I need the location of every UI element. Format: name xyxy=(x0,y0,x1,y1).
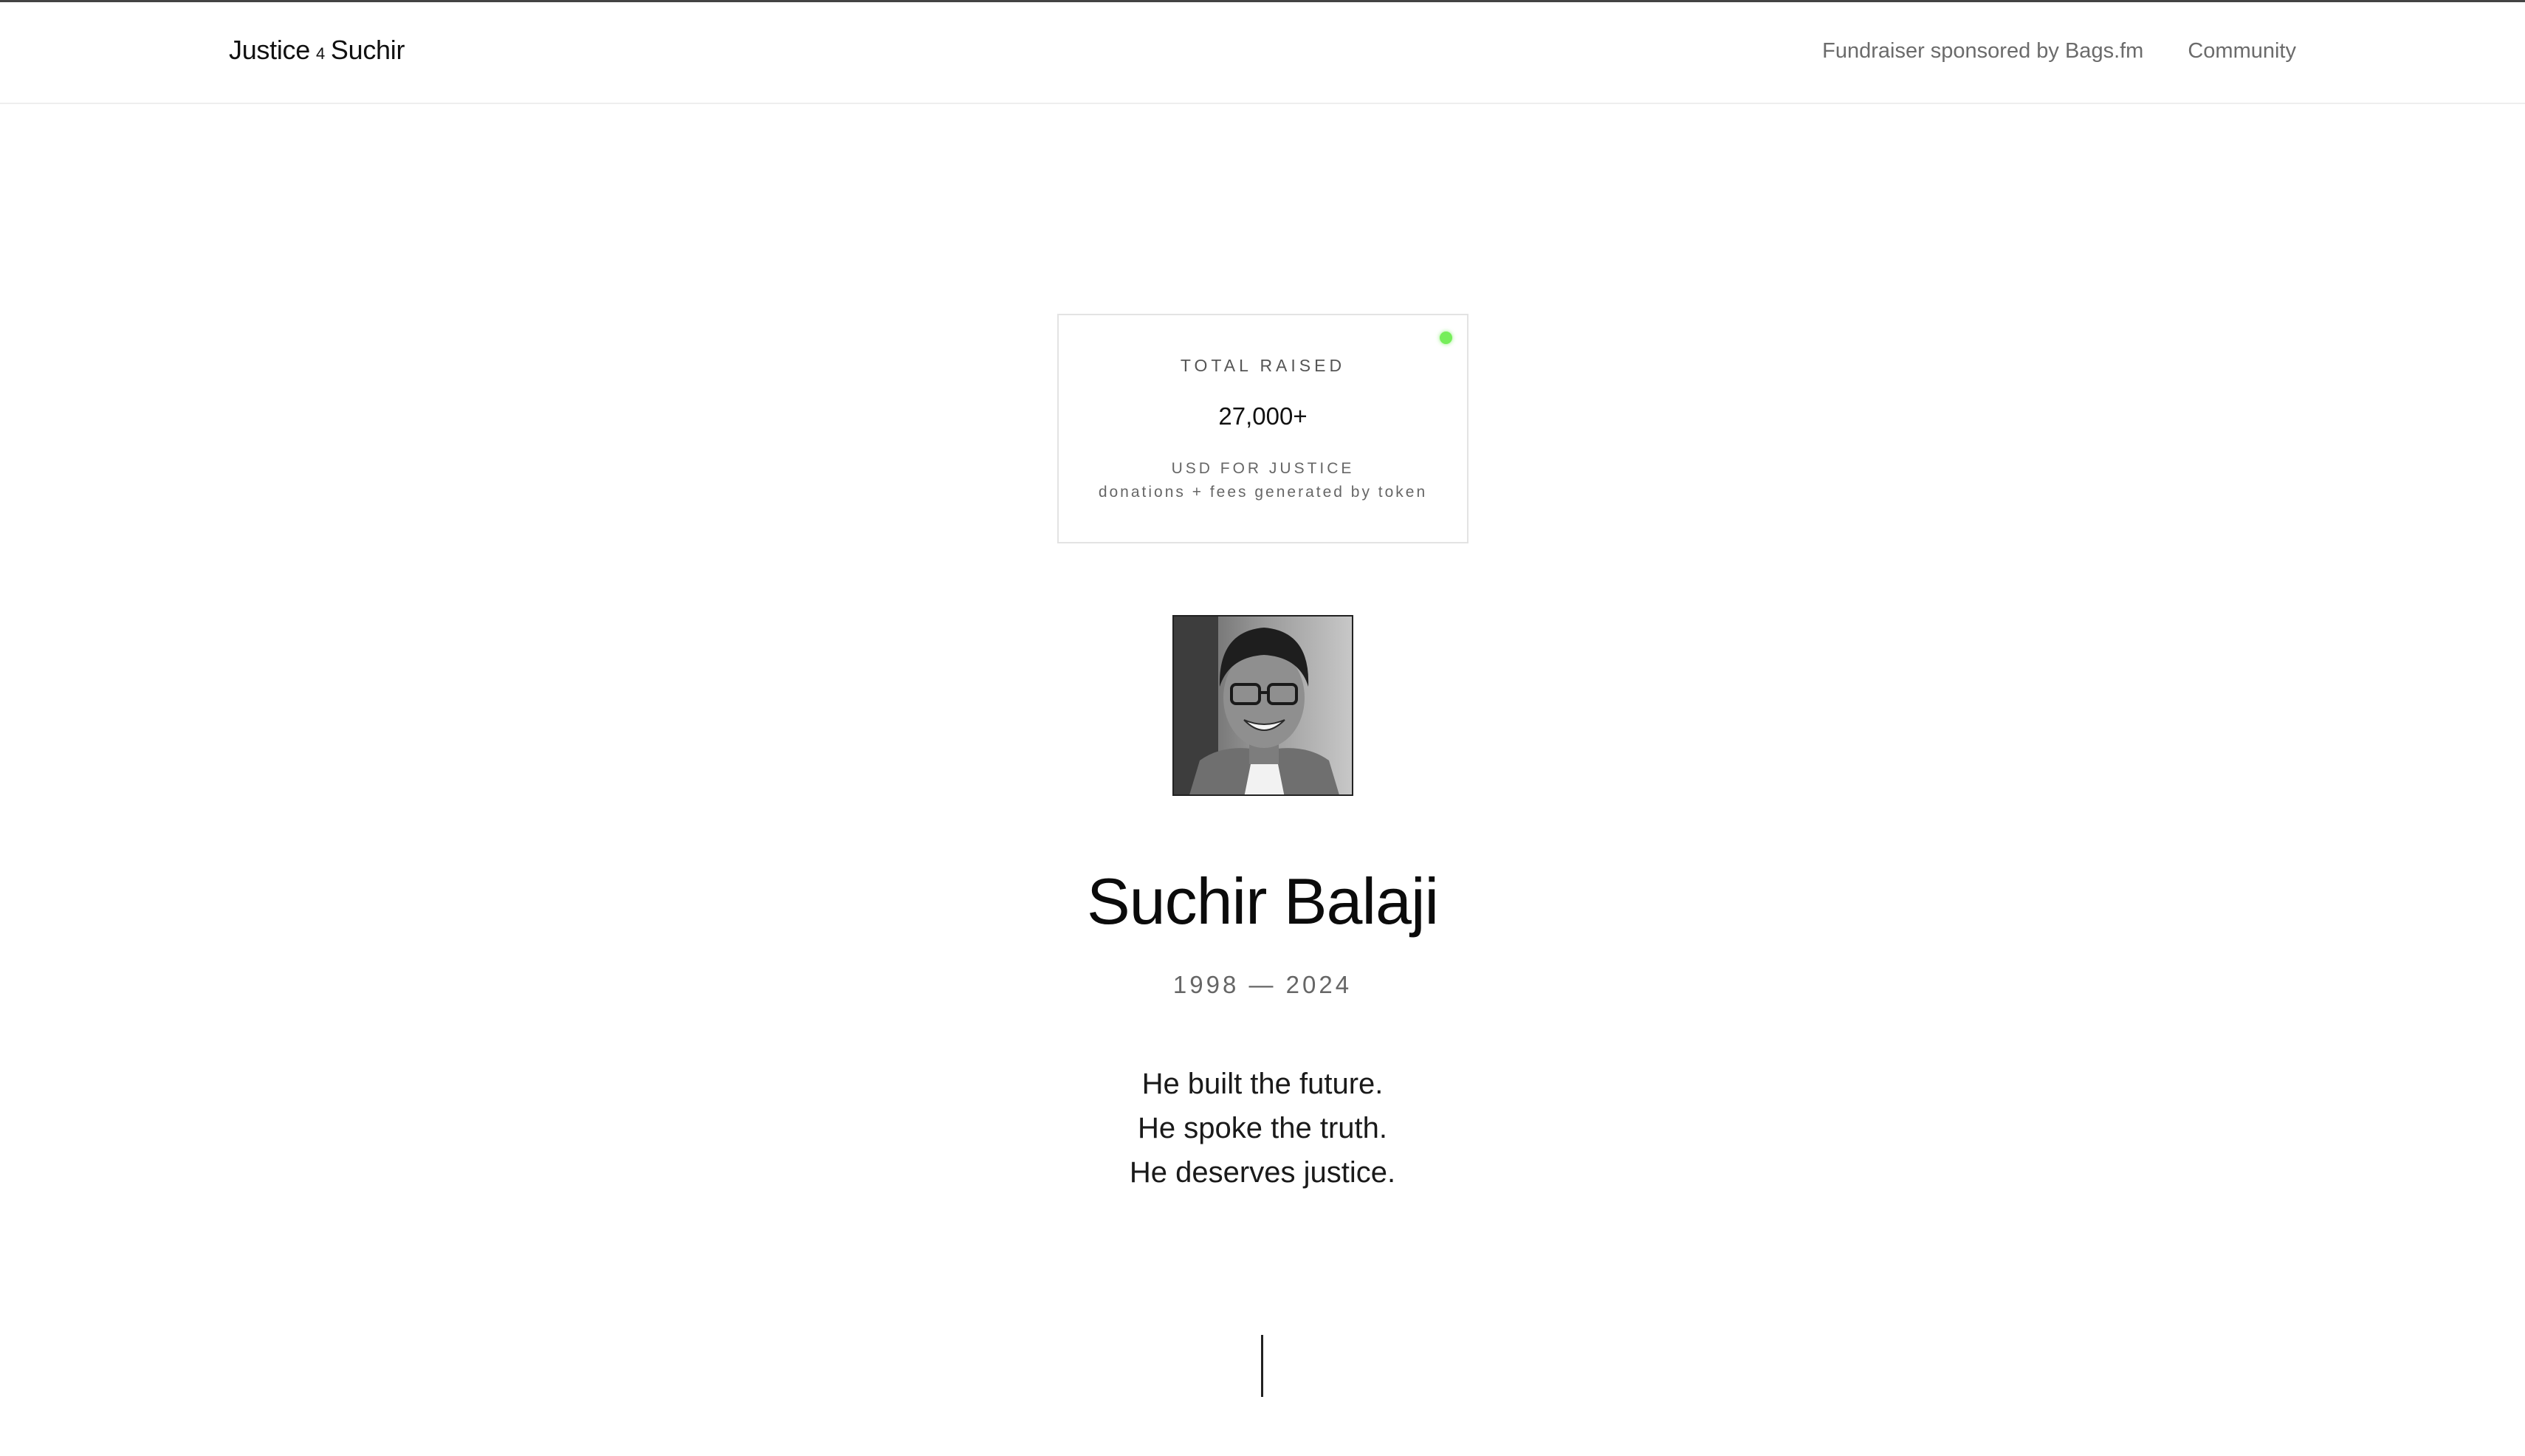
memorial-name: Suchir Balaji xyxy=(1086,865,1439,938)
nav-link-sponsor[interactable]: Fundraiser sponsored by Bags.fm xyxy=(1822,39,2143,63)
live-status-dot-icon xyxy=(1440,332,1452,344)
memorial-statement: He built the future. He spoke the truth.… xyxy=(0,1062,2525,1195)
brand-number: 4 xyxy=(315,44,325,63)
site-header: Justice 4 Suchir Fundraiser sponsored by B… xyxy=(0,2,2525,104)
total-raised-amount: 27,000+ xyxy=(1218,402,1308,430)
brand-word-justice: Justice xyxy=(229,35,310,65)
statement-line: He built the future. xyxy=(1141,1068,1384,1100)
scroll-indicator-line xyxy=(1261,1335,1263,1397)
nav-link-community[interactable]: Community xyxy=(2188,39,2296,63)
total-raised-note: donations + fees generated by token xyxy=(1098,484,1428,501)
main-nav: Fundraiser sponsored by Bags.fm Communit… xyxy=(1822,39,2296,63)
total-raised-card: TOTAL RAISED 27,000+ USD FOR JUSTICE don… xyxy=(1057,314,1468,543)
portrait-photo-graphic xyxy=(1174,617,1352,794)
portrait-photo xyxy=(1172,615,1353,796)
statement-line: He deserves justice. xyxy=(1129,1156,1396,1189)
total-raised-label: TOTAL RAISED xyxy=(1180,356,1346,375)
brand-word-suchir: Suchir xyxy=(330,35,405,65)
statement-line: He spoke the truth. xyxy=(1138,1112,1387,1144)
total-raised-unit: USD FOR JUSTICE xyxy=(1171,460,1355,477)
memorial-years: 1998 — 2024 xyxy=(1172,971,1353,998)
site-logo[interactable]: Justice 4 Suchir xyxy=(229,35,405,66)
